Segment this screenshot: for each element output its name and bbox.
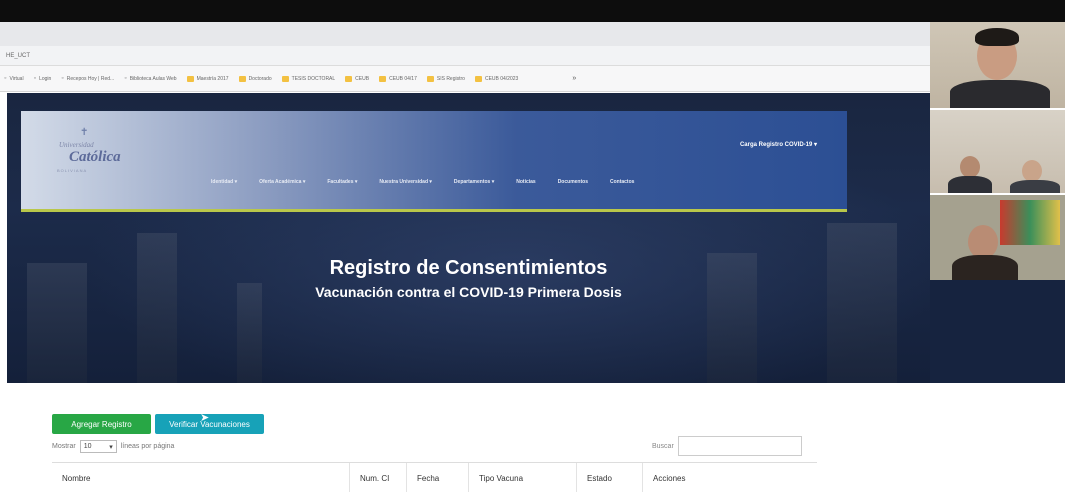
bookmark-folder[interactable]: CEUB 04/2023 — [474, 75, 518, 82]
menu-oferta[interactable]: Oferta Académica ▾ — [259, 179, 305, 185]
add-record-button[interactable]: Agregar Registro — [52, 414, 151, 434]
top-bar — [0, 0, 1065, 22]
address-bar[interactable]: HE_UCT — [0, 46, 930, 66]
menu-universidad[interactable]: Nuestra Universidad ▾ — [379, 179, 432, 185]
bookmarks-bar: ◦ Virtual ◦ Login ◦ Recepos Hoy | Red... ◦ B… — [0, 66, 930, 92]
bookmark[interactable]: ◦ Recepos Hoy | Red... — [61, 75, 114, 82]
folder-icon — [345, 75, 353, 82]
menu-contactos[interactable]: Contactos — [610, 179, 634, 185]
screen: HE_UCT ◦ Virtual ◦ Login ◦ Recepos Hoy | Re… — [0, 0, 1065, 492]
participant-hair — [975, 28, 1019, 46]
participant-body — [948, 176, 992, 193]
hero-edge — [930, 280, 1065, 383]
participant-face — [968, 225, 998, 259]
bookshelf-decor — [137, 233, 177, 383]
folder-icon — [426, 75, 434, 82]
mouse-cursor-icon: ➤ — [200, 412, 210, 424]
bookmark-folder[interactable]: Maestría 2017 — [186, 75, 229, 82]
bookmark-folder[interactable]: SIS Registro — [426, 75, 465, 82]
url-text: HE_UCT — [6, 53, 31, 59]
site-icon: ◦ — [61, 75, 64, 82]
column-header-fecha[interactable]: Fecha — [406, 463, 468, 492]
column-header-nombre[interactable]: Nombre — [52, 463, 349, 492]
search-control: Buscar — [652, 436, 802, 456]
bookmark-folder[interactable]: Doctorado — [238, 75, 272, 82]
menu-departamentos[interactable]: Departamentos ▾ — [454, 179, 494, 185]
participant-face — [1022, 160, 1042, 182]
bookmark-folder[interactable]: CEUB — [345, 75, 369, 82]
main-menu: Identidad ▾ Oferta Académica ▾ Facultade… — [211, 179, 656, 185]
bookmark-folder[interactable]: CEUB 04/17 — [379, 75, 417, 82]
hero-subtitle: Vacunación contra el COVID-19 Primera Do… — [315, 284, 622, 300]
menu-documentos[interactable]: Documentos — [558, 179, 588, 185]
folder-icon — [238, 75, 246, 82]
library-icon: ◦ — [124, 75, 127, 82]
bookshelf-decor — [27, 263, 87, 383]
folder-icon — [186, 75, 194, 82]
menu-facultades[interactable]: Facultades ▾ — [327, 179, 357, 185]
video-tile — [930, 22, 1065, 108]
page-length-select[interactable]: 10 ▾ — [79, 440, 117, 453]
bookmark[interactable]: ◦ Login — [34, 75, 52, 82]
participant-face — [960, 156, 980, 178]
bookshelf-decor — [827, 223, 897, 383]
wall-painting — [1000, 200, 1060, 245]
carga-registro-menu[interactable]: Carga Registro COVID-19 ▾ — [740, 141, 817, 148]
search-label: Buscar — [652, 442, 674, 450]
folder-icon — [379, 75, 387, 82]
folder-icon — [281, 75, 289, 82]
column-header-estado[interactable]: Estado — [576, 463, 642, 492]
page-length-control: Mostrar 10 ▾ líneas por página — [52, 440, 174, 453]
column-header-tipo[interactable]: Tipo Vacuna — [468, 463, 576, 492]
verify-vaccinations-button[interactable]: Verificar Vacunaciones — [155, 414, 264, 434]
menu-identidad[interactable]: Identidad ▾ — [211, 179, 237, 185]
bookmark-folder[interactable]: TESIS DOCTORAL — [281, 75, 335, 82]
column-header-ci[interactable]: Num. CI — [349, 463, 406, 492]
university-logo[interactable]: ✝ Universidad Católica BOLIVIANA — [51, 127, 151, 181]
video-tile — [930, 110, 1065, 193]
globe-icon: ◦ — [4, 75, 7, 82]
search-input[interactable] — [677, 436, 802, 456]
bookmark[interactable]: ◦ Biblioteca Aulas Web — [124, 75, 176, 82]
login-icon: ◦ — [33, 75, 37, 82]
site-header: ✝ Universidad Católica BOLIVIANA Carga R… — [21, 111, 847, 212]
hero-title: Registro de Consentimientos — [329, 257, 608, 279]
bookmark[interactable]: ◦ Virtual — [4, 75, 24, 82]
menu-noticias[interactable]: Noticias — [516, 179, 535, 185]
cross-icon: ✝ — [80, 127, 89, 138]
more-bookmarks-icon[interactable]: » — [572, 75, 576, 82]
participant-body — [1010, 180, 1060, 193]
chevron-down-icon: ▾ — [109, 443, 113, 451]
table-header: Nombre Num. CI Fecha Tipo Vacuna Estado … — [52, 462, 817, 492]
participant-body — [952, 255, 1018, 280]
participant-body — [950, 80, 1050, 108]
folder-icon — [474, 75, 482, 82]
column-header-acciones[interactable]: Acciones — [642, 463, 817, 492]
video-tile — [930, 195, 1065, 280]
browser-tab-strip — [0, 22, 930, 46]
